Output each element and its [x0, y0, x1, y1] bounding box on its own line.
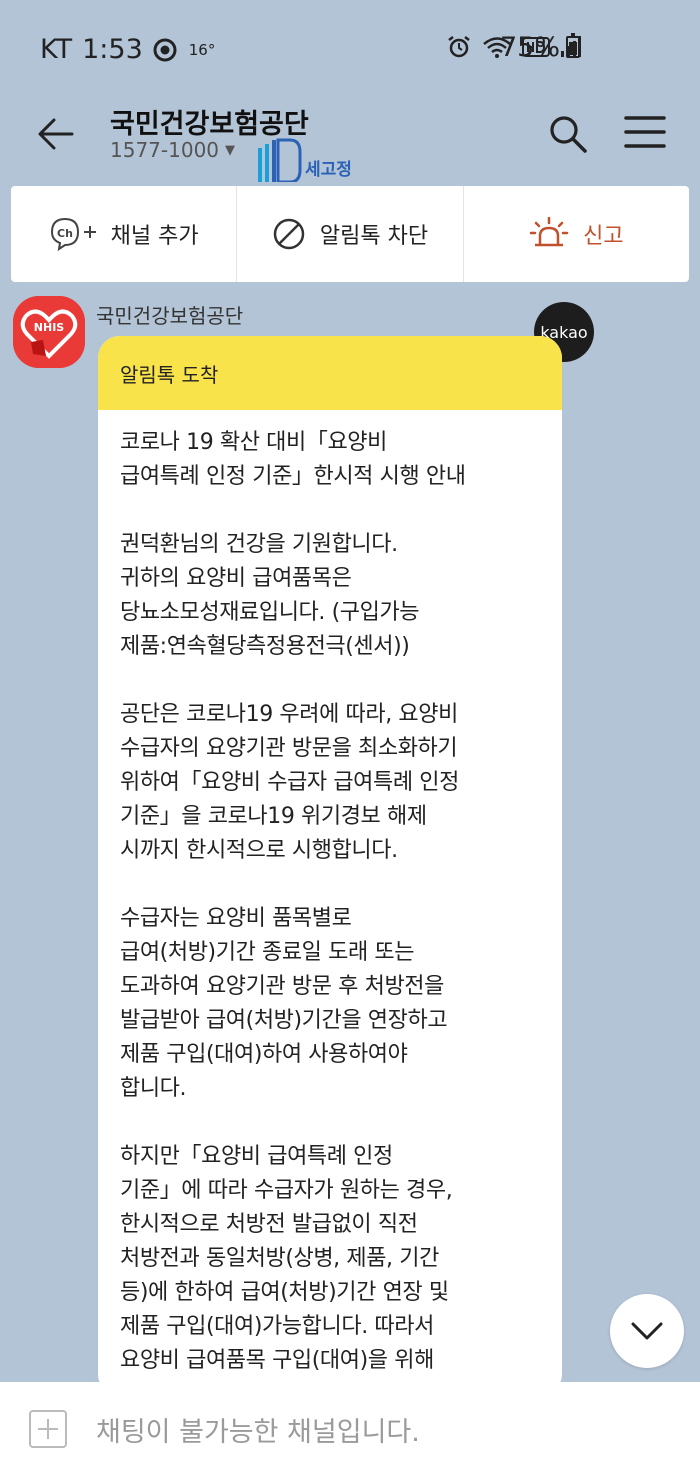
- add-channel-button[interactable]: Ch 채널 추가: [11, 186, 236, 282]
- sender-name: 국민건강보험공단: [96, 304, 244, 328]
- carrier: KT: [40, 34, 73, 65]
- battery-icon: [566, 33, 580, 58]
- add-channel-label: 채널 추가: [110, 224, 199, 249]
- report-button[interactable]: 신고: [462, 186, 689, 282]
- alarm-icon: [448, 36, 470, 58]
- channel-add-icon: Ch: [50, 217, 96, 252]
- nhis-logo-icon: NHIS: [13, 296, 85, 368]
- watermark-text: 세고정: [305, 160, 352, 180]
- avatar-text: NHIS: [34, 321, 65, 334]
- message-bubble: 알림톡 도착 코로나 19 확산 대비「요양비 급여특례 인정 기준」한시적 시…: [98, 336, 562, 1396]
- battery-percentage: 75%: [499, 32, 560, 63]
- sender-avatar[interactable]: NHIS: [13, 296, 85, 368]
- message-paragraph: 코로나 19 확산 대비「요양비 급여특례 인정 기준」한시적 시행 안내: [120, 430, 466, 489]
- scroll-to-bottom-button[interactable]: [610, 1294, 684, 1368]
- back-arrow-icon[interactable]: [36, 114, 76, 154]
- block-alimtalk-button[interactable]: 알림톡 차단: [236, 186, 462, 282]
- svg-text:Ch: Ch: [57, 227, 73, 240]
- chat-input-bar: 채팅이 불가능한 채널입니다.: [0, 1382, 700, 1476]
- chevron-down-icon: ▼: [225, 143, 236, 158]
- hamburger-menu-icon[interactable]: [624, 114, 666, 150]
- channel-title: 국민건강보험공단: [110, 109, 309, 140]
- message-paragraph: 권덕환님의 건강을 기원합니다. 귀하의 요양비 급여품목은 당뇨소모성재료입니…: [120, 532, 420, 659]
- block-alimtalk-label: 알림톡 차단: [319, 224, 429, 249]
- weather-icon: [153, 38, 177, 61]
- message-paragraph: 수급자는 요양비 품목별로 급여(처방)기간 종료일 도래 또는 도과하여 요양…: [120, 906, 448, 1101]
- watermark-logo-icon: [258, 138, 302, 182]
- search-icon[interactable]: [546, 112, 590, 156]
- siren-icon: [529, 217, 569, 247]
- message-paragraph: 공단은 코로나19 우려에 따라, 요양비 수급자의 요양기관 방문을 최소화하…: [120, 702, 459, 863]
- message-paragraph: 하지만「요양비 급여특례 인정 기준」에 따라 수급자가 원하는 경우, 한시적…: [120, 1144, 453, 1373]
- chat-disabled-text: 채팅이 불가능한 채널입니다.: [96, 1416, 420, 1448]
- block-icon: [273, 218, 305, 250]
- report-label: 신고: [583, 224, 624, 249]
- bubble-header-label: 알림톡 도착: [120, 362, 219, 387]
- plus-icon[interactable]: [28, 1409, 68, 1449]
- channel-phone-dropdown[interactable]: 1577-1000 ▼: [110, 138, 235, 162]
- watermark: 세고정: [256, 138, 352, 182]
- status-left: KT 1:53 16°: [40, 34, 215, 65]
- bubble-header: 알림톡 도착: [98, 336, 562, 410]
- message-body: 코로나 19 확산 대비「요양비 급여특례 인정 기준」한시적 시행 안내 권덕…: [98, 410, 562, 1378]
- channel-action-bar: Ch 채널 추가 알림톡 차단 신고: [11, 186, 689, 282]
- status-bar: KT 1:53 16° 75%: [0, 0, 700, 92]
- chevron-down-icon: [631, 1322, 663, 1340]
- temperature: 16°: [188, 40, 216, 59]
- chat-header: 국민건강보험공단 1577-1000 ▼ 세고정: [0, 92, 700, 184]
- channel-phone: 1577-1000: [110, 138, 220, 162]
- clock: 1:53: [82, 34, 143, 65]
